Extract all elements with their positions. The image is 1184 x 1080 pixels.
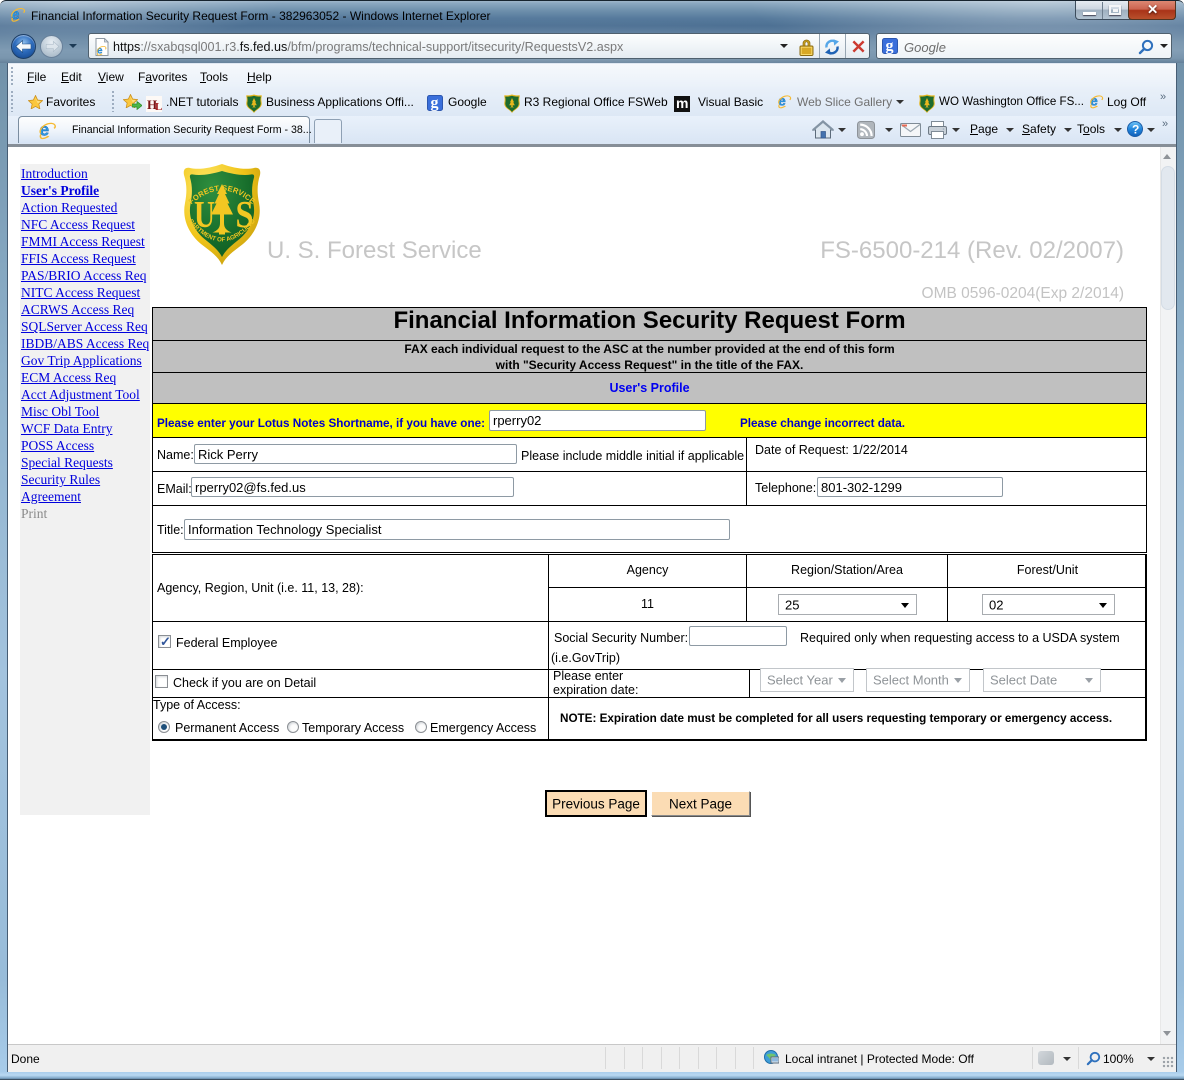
- svg-text:U: U: [194, 194, 215, 236]
- svg-text:S: S: [236, 194, 254, 236]
